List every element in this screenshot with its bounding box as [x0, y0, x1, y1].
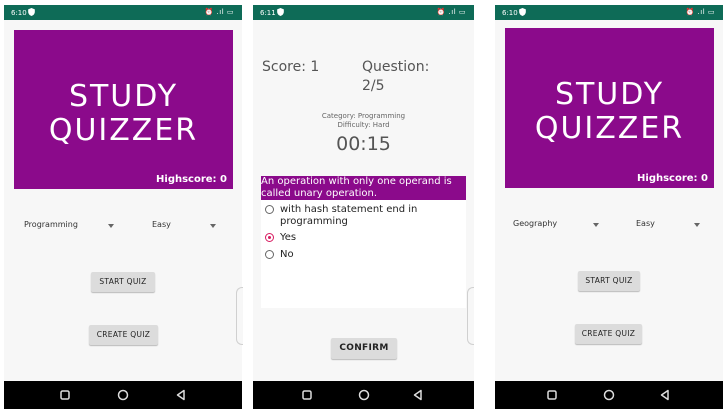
highscore-label: Highscore: 0: [156, 174, 227, 185]
status-bar: 6:10 ⏰ .ıl ▭: [495, 5, 723, 20]
home-screen-geography: 6:10 ⏰ .ıl ▭ STUDY QUIZZER Highscore: 0 …: [495, 5, 723, 409]
category-spinner-value: Programming: [24, 220, 78, 229]
difficulty-label: Difficulty: Hard: [337, 121, 390, 129]
answer-option-2[interactable]: Yes: [265, 232, 296, 244]
difficulty-spinner[interactable]: Easy: [636, 218, 702, 232]
category-spinner-value: Geography: [513, 219, 558, 228]
edge-panel-handle[interactable]: [467, 287, 474, 345]
shield-icon: [277, 8, 284, 16]
app-banner: STUDY QUIZZER Highscore: 0: [14, 30, 233, 189]
app-title-line1: STUDY: [68, 79, 179, 114]
question-label: Question:: [362, 59, 430, 75]
radio-unchecked-icon: [265, 205, 274, 214]
start-quiz-button[interactable]: START QUIZ: [91, 272, 155, 292]
answer-option-2-label: Yes: [280, 232, 297, 243]
home-screen-programming: 6:10 ⏰ .ıl ▭ STUDY QUIZZER Highscore: 0 …: [4, 5, 242, 409]
start-quiz-button[interactable]: START QUIZ: [578, 271, 640, 291]
question-count: 2/5: [362, 78, 385, 94]
status-indicators: ⏰ .ıl ▭: [204, 8, 234, 16]
category-spinner[interactable]: Geography: [513, 218, 603, 232]
status-bar: 6:10 ⏰ .ıl ▭: [4, 5, 242, 20]
dropdown-caret-icon: [210, 224, 216, 228]
highscore-label: Highscore: 0: [637, 173, 708, 184]
countdown-timer: 00:15: [336, 133, 391, 155]
dropdown-caret-icon: [694, 223, 700, 227]
back-triangle-icon[interactable]: [174, 388, 188, 402]
shield-icon: [28, 8, 35, 16]
back-triangle-icon[interactable]: [658, 388, 672, 402]
app-title-line2: QUIZZER: [534, 111, 685, 146]
create-quiz-button[interactable]: CREATE QUIZ: [89, 325, 158, 345]
app-title-line1: STUDY: [554, 77, 665, 112]
confirm-button[interactable]: CONFIRM: [331, 338, 397, 359]
difficulty-spinner[interactable]: Easy: [152, 219, 218, 233]
navigation-bar: [4, 381, 242, 409]
difficulty-spinner-value: Easy: [636, 219, 655, 228]
home-circle-icon[interactable]: [602, 388, 616, 402]
dropdown-caret-icon: [108, 224, 114, 228]
status-indicators: ⏰ .ıl ▭: [436, 8, 466, 16]
app-banner: STUDY QUIZZER Highscore: 0: [505, 28, 714, 188]
category-spinner[interactable]: Programming: [24, 219, 116, 233]
overview-square-icon[interactable]: [545, 388, 559, 402]
quiz-screen: 6:11 ⏰ .ıl ▭ Score: 1 Question: 2/5 Cate…: [253, 5, 474, 409]
status-time: 6:11: [260, 9, 276, 17]
answer-option-3[interactable]: No: [265, 249, 294, 261]
edge-panel-handle[interactable]: [236, 287, 243, 345]
category-label: Category: Programming: [321, 112, 406, 120]
navigation-bar: [253, 381, 474, 409]
score-label: Score: 1: [262, 59, 320, 75]
create-quiz-button[interactable]: CREATE QUIZ: [575, 324, 642, 344]
status-time: 6:10: [11, 9, 27, 17]
status-time: 6:10: [502, 9, 518, 17]
question-text: An operation with only one operand is ca…: [261, 176, 466, 200]
app-title-line2: QUIZZER: [48, 113, 199, 148]
difficulty-spinner-value: Easy: [152, 220, 171, 229]
radio-unchecked-icon: [265, 250, 274, 259]
answer-option-1-label: with hash statement end in programming: [280, 204, 418, 227]
navigation-bar: [495, 381, 723, 409]
answer-option-3-label: No: [280, 249, 294, 260]
overview-square-icon[interactable]: [300, 388, 314, 402]
home-circle-icon[interactable]: [116, 388, 130, 402]
overview-square-icon[interactable]: [58, 388, 72, 402]
home-circle-icon[interactable]: [357, 388, 371, 402]
dropdown-caret-icon: [593, 223, 599, 227]
radio-checked-icon: [265, 233, 274, 242]
shield-icon: [519, 8, 526, 16]
status-bar: 6:11 ⏰ .ıl ▭: [253, 5, 474, 20]
back-triangle-icon[interactable]: [411, 388, 425, 402]
answer-option-1[interactable]: with hash statement end in programming: [265, 204, 455, 228]
status-indicators: ⏰ .ıl ▭: [685, 8, 715, 16]
